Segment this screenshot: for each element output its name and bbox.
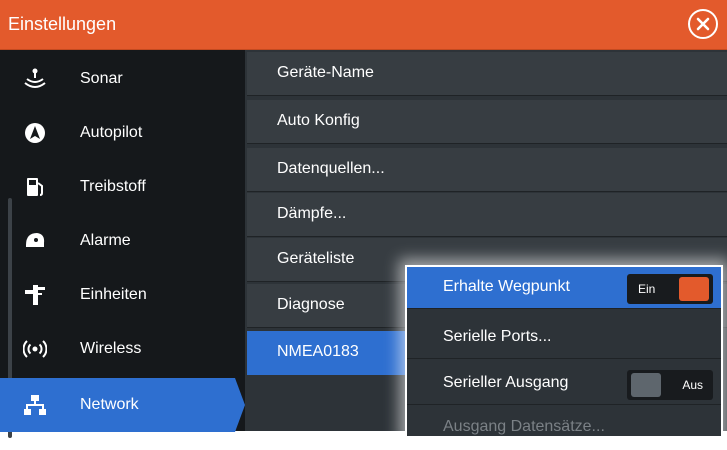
sonar-icon	[22, 66, 48, 92]
sidebar-item-label: Treibstoff	[80, 178, 146, 195]
sidebar-item-label: Sonar	[80, 70, 123, 87]
network-icon	[22, 392, 48, 418]
sidebar-item-label: Autopilot	[80, 124, 143, 141]
toggle-state-text: Ein	[638, 282, 656, 296]
menu-item-daempfe[interactable]: Dämpfe...	[247, 193, 727, 237]
toggle-knob	[631, 373, 661, 397]
alarm-icon	[22, 228, 48, 254]
popup-item-label: Serielle Ports...	[443, 328, 552, 345]
menu-item-label: Diagnose	[277, 296, 345, 313]
menu-item-label: Auto Konfig	[277, 112, 360, 129]
serieller-ausgang-toggle[interactable]: Aus	[627, 370, 713, 400]
popup-item-label: Erhalte Wegpunkt	[443, 278, 570, 295]
window-title: Einstellungen	[8, 14, 117, 34]
popup-item-serieller-ausgang[interactable]: Serieller Ausgang Aus	[407, 363, 721, 405]
close-button[interactable]	[688, 9, 718, 39]
menu-item-nmea0183[interactable]: NMEA0183	[247, 331, 407, 375]
sidebar-item-alarme[interactable]: Alarme	[0, 214, 245, 268]
sidebar-item-autopilot[interactable]: Autopilot	[0, 106, 245, 160]
popup-item-label: Ausgang Datensätze...	[443, 418, 605, 435]
menu-item-geraete-name[interactable]: Geräte-Name	[247, 52, 727, 96]
sidebar-item-sonar[interactable]: Sonar	[0, 52, 245, 106]
title-bar: Einstellungen	[0, 0, 727, 50]
menu-item-label: Dämpfe...	[277, 205, 347, 222]
sidebar-item-label: Alarme	[80, 232, 131, 249]
toggle-knob	[679, 277, 709, 301]
popup-item-label: Serieller Ausgang	[443, 374, 569, 391]
autopilot-icon	[22, 120, 48, 146]
units-icon	[22, 282, 48, 308]
sidebar-item-label: Network	[80, 396, 139, 413]
popup-item-ausgang-datensaetze: Ausgang Datensätze...	[407, 407, 721, 449]
menu-item-auto-konfig[interactable]: Auto Konfig	[247, 100, 727, 144]
sidebar-item-treibstoff[interactable]: Treibstoff	[0, 160, 245, 214]
erhalte-wegpunkt-toggle[interactable]: Ein	[627, 274, 713, 304]
menu-item-label: Datenquellen...	[277, 160, 385, 177]
settings-sidebar: Sonar Autopilot Treibstoff Alarme Einhei	[0, 50, 245, 438]
close-icon	[696, 17, 710, 31]
sidebar-item-label: Wireless	[80, 340, 142, 357]
menu-item-label: Geräteliste	[277, 250, 355, 267]
nmea0183-popup: Erhalte Wegpunkt Ein Serielle Ports... S…	[405, 265, 723, 438]
popup-item-erhalte-wegpunkt[interactable]: Erhalte Wegpunkt Ein	[407, 267, 721, 309]
fuel-icon	[22, 174, 48, 200]
popup-item-serielle-ports[interactable]: Serielle Ports...	[407, 317, 721, 359]
menu-item-label: Geräte-Name	[277, 64, 374, 81]
wireless-icon	[22, 336, 48, 362]
toggle-state-text: Aus	[682, 378, 703, 392]
sidebar-item-network[interactable]: Network	[0, 378, 245, 432]
sidebar-item-einheiten[interactable]: Einheiten	[0, 268, 245, 322]
menu-item-datenquellen[interactable]: Datenquellen...	[247, 148, 727, 192]
menu-item-label: NMEA0183	[277, 343, 359, 360]
sidebar-item-wireless[interactable]: Wireless	[0, 322, 245, 376]
sidebar-item-label: Einheiten	[80, 286, 147, 303]
